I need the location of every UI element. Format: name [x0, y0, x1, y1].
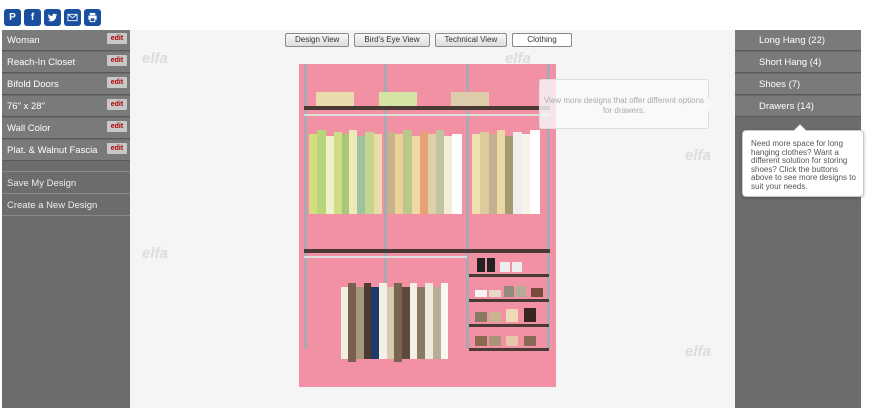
elfa-watermark: elfa — [142, 50, 168, 67]
pinterest-icon[interactable]: P — [4, 9, 21, 26]
option-short-hang[interactable]: Short Hang (4) — [735, 52, 861, 73]
new-design-button[interactable]: Create a New Design — [2, 195, 130, 216]
drawer-info-tooltip: View more designs that offer different o… — [539, 79, 715, 129]
sidebar-item-wall-color[interactable]: Wall Color edit — [2, 118, 130, 139]
view-tabs: Design View Bird's Eye View Technical Vi… — [285, 33, 572, 47]
sidebar-item-finish[interactable]: Plat. & Walnut Fascia edit — [2, 140, 130, 161]
sidebar-item-label: Bifold Doors — [7, 79, 59, 90]
option-shoes[interactable]: Shoes (7) — [735, 74, 861, 95]
tab-clothing[interactable]: Clothing — [512, 33, 572, 47]
folded-stack — [451, 92, 489, 106]
sidebar-item-label: Reach-In Closet — [7, 57, 76, 68]
top-shelf — [304, 106, 550, 110]
sidebar-item-label: 76" x 28" — [7, 101, 45, 112]
email-icon[interactable] — [64, 9, 81, 26]
lower-clothes — [341, 283, 448, 362]
sidebar-divider — [2, 162, 130, 172]
elfa-watermark: elfa — [685, 147, 711, 164]
sidebar-item-label: Woman — [7, 35, 40, 46]
edit-button[interactable]: edit — [107, 55, 127, 66]
edit-button[interactable]: edit — [107, 33, 127, 44]
facebook-letter: f — [30, 12, 35, 23]
hanging-rod — [304, 114, 550, 116]
save-design-button[interactable]: Save My Design — [2, 173, 130, 194]
shoe-rack — [469, 258, 549, 351]
tab-design-view[interactable]: Design View — [285, 33, 350, 47]
sidebar-item-doors[interactable]: Bifold Doors edit — [2, 74, 130, 95]
hanging-rod — [304, 256, 467, 258]
sidebar-item-label: Plat. & Walnut Fascia — [7, 145, 98, 156]
design-canvas: Design View Bird's Eye View Technical Vi… — [130, 30, 735, 408]
option-drawers[interactable]: Drawers (14) — [735, 96, 861, 117]
elfa-watermark: elfa — [142, 245, 168, 262]
closet-preview — [299, 64, 556, 387]
print-icon[interactable] — [84, 9, 101, 26]
twitter-icon[interactable] — [44, 9, 61, 26]
sidebar-item-dimensions[interactable]: 76" x 28" edit — [2, 96, 130, 117]
edit-button[interactable]: edit — [107, 121, 127, 132]
folded-stack — [379, 92, 417, 106]
folded-stack — [316, 92, 354, 106]
share-bar: P f — [4, 9, 101, 27]
edit-button[interactable]: edit — [107, 77, 127, 88]
help-tooltip: Need more space for long hanging clothes… — [742, 124, 864, 197]
edit-button[interactable]: edit — [107, 143, 127, 154]
facebook-icon[interactable]: f — [24, 9, 41, 26]
left-sidebar: Woman edit Reach-In Closet edit Bifold D… — [2, 30, 130, 408]
pinterest-letter: P — [9, 12, 16, 23]
elfa-watermark: elfa — [685, 343, 711, 360]
tab-technical-view[interactable]: Technical View — [434, 33, 508, 47]
sidebar-item-gender[interactable]: Woman edit — [2, 30, 130, 51]
sidebar-item-closet-type[interactable]: Reach-In Closet edit — [2, 52, 130, 73]
upper-clothes — [309, 130, 540, 214]
sidebar-item-label: Wall Color — [7, 123, 51, 134]
middle-shelf — [304, 249, 550, 253]
design-options-panel: Long Hang (22) Short Hang (4) Shoes (7) … — [735, 30, 861, 408]
option-long-hang[interactable]: Long Hang (22) — [735, 30, 861, 51]
closet-illustration — [304, 64, 550, 362]
tab-birds-eye-view[interactable]: Bird's Eye View — [354, 33, 430, 47]
edit-button[interactable]: edit — [107, 99, 127, 110]
